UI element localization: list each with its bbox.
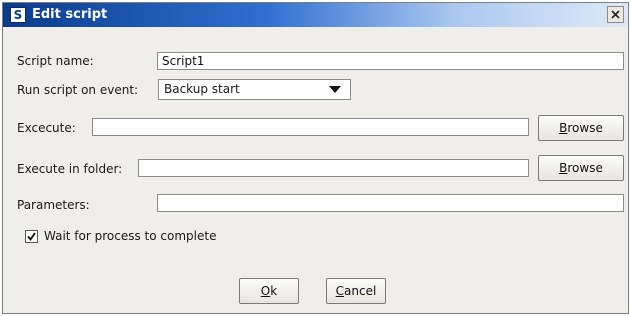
cancel-button[interactable]: Cancel (326, 278, 386, 304)
wait-checkbox-label: Wait for process to complete (44, 229, 217, 243)
checkmark-icon (27, 232, 36, 241)
parameters-input[interactable] (157, 194, 624, 212)
window-title: Edit script (32, 7, 108, 22)
close-icon (611, 10, 620, 19)
wait-checkbox[interactable] (25, 230, 38, 243)
script-name-label: Script name: (17, 54, 94, 68)
app-icon: S (10, 7, 26, 23)
execute-label: Excecute: (17, 121, 76, 135)
title-bar: S Edit script (3, 3, 628, 27)
run-on-event-value: Backup start (164, 82, 240, 96)
close-button[interactable] (607, 6, 624, 23)
run-on-event-label: Run script on event: (17, 83, 139, 97)
execute-input[interactable] (92, 118, 529, 136)
chevron-down-icon (329, 86, 341, 93)
script-name-input[interactable]: Script1 (157, 52, 624, 70)
edit-script-dialog: S Edit script Script name: Script1 Run s… (2, 2, 629, 314)
ok-button[interactable]: Ok (239, 278, 299, 304)
run-on-event-dropdown[interactable]: Backup start (158, 79, 351, 100)
execute-folder-browse-button[interactable]: Browse (538, 155, 624, 181)
execute-folder-input[interactable] (138, 159, 529, 177)
execute-browse-button[interactable]: Browse (538, 115, 624, 141)
parameters-label: Parameters: (17, 198, 90, 212)
execute-folder-label: Execute in folder: (17, 162, 123, 176)
